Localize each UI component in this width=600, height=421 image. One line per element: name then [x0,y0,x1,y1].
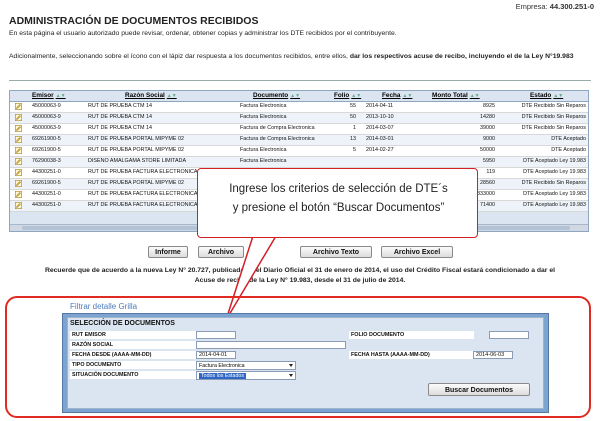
fecha-hasta-label: FECHA HASTA (AAAA-MM-DD) [349,351,474,359]
filter-title: Filtrar detalle Grilla [70,302,138,311]
instruction-callout: Ingrese los criterios de selección de DT… [197,168,478,238]
situacion-documento-select[interactable]: Todos los Estados [196,371,296,380]
filter-panel: SELECCIÓN DE DOCUMENTOS RUT EMISOR FOLIO… [62,313,549,413]
selection-form: SELECCIÓN DE DOCUMENTOS RUT EMISOR FOLIO… [67,317,544,409]
buscar-documentos-button[interactable]: Buscar Documentos [428,383,530,396]
rut-emisor-label: RUT EMISOR [70,331,210,339]
tipo-documento-label: TIPO DOCUMENTO [70,361,210,369]
folio-input[interactable] [489,331,529,339]
folio-label: FOLIO DOCUMENTO [349,331,474,339]
fecha-hasta-input[interactable] [473,351,513,359]
situacion-documento-label: SITUACIÓN DOCUMENTO [70,371,210,379]
fecha-desde-label: FECHA DESDE (AAAA-MM-DD) [70,351,210,359]
razon-social-label: RAZÓN SOCIAL [70,341,210,349]
situacion-documento-value: Todos los Estados [199,373,246,379]
callout-line-2: y presione el botón “Buscar Documentos” [232,202,445,214]
razon-social-input[interactable] [196,341,346,349]
callout-line-1: Ingrese los criterios de selección de DT… [229,183,448,195]
rut-emisor-input[interactable] [196,331,236,339]
tipo-documento-select[interactable]: Factura Electronica [196,361,296,370]
chevron-down-icon [289,364,293,367]
chevron-down-icon [289,374,293,377]
fecha-desde-input[interactable] [196,351,236,359]
tipo-documento-value: Factura Electronica [199,363,245,369]
form-title: SELECCIÓN DE DOCUMENTOS [70,320,175,327]
